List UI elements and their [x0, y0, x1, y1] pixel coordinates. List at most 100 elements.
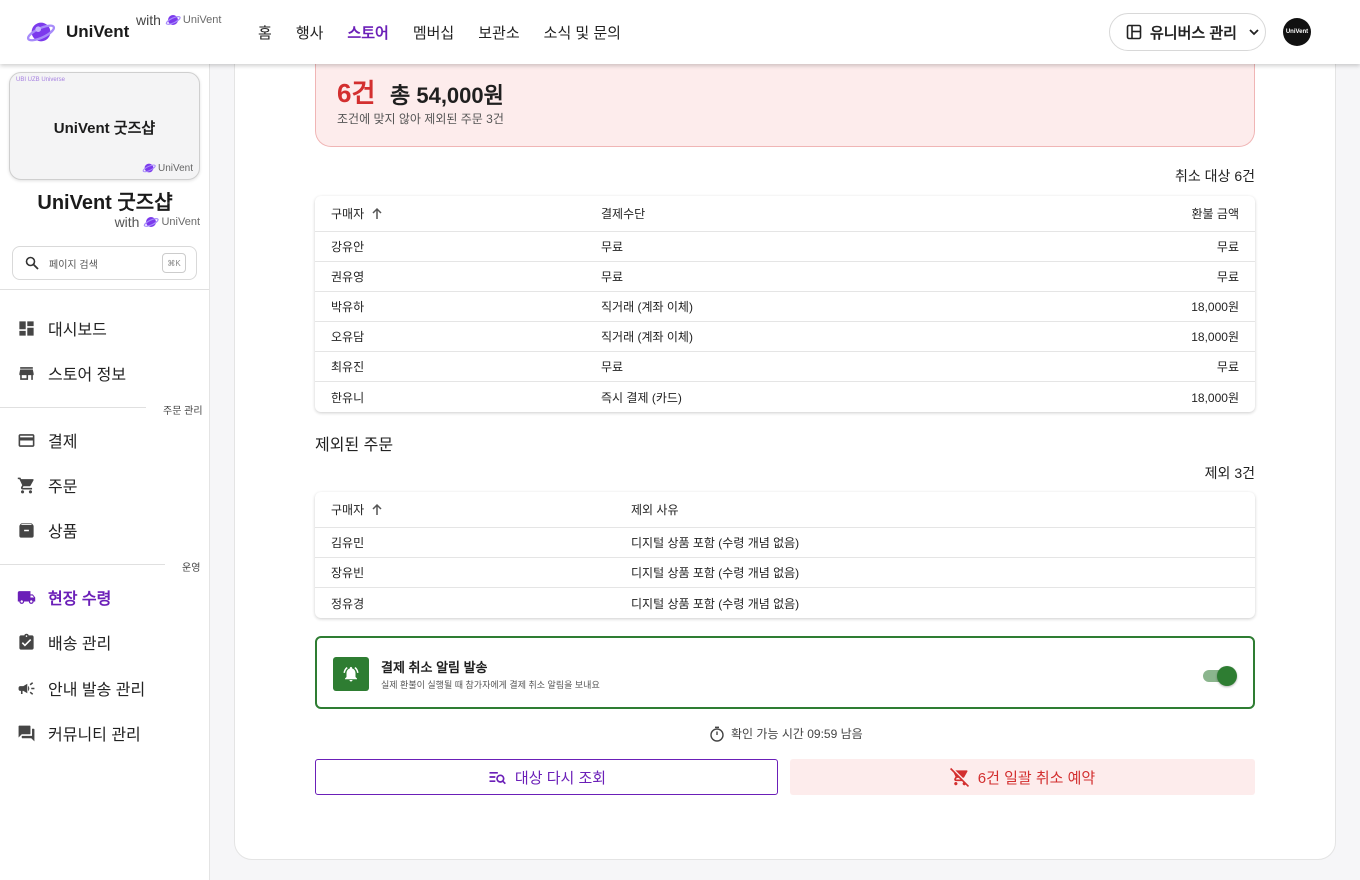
buyer-cell: 강유안 [331, 240, 365, 254]
nav-storage[interactable]: 보관소 [478, 22, 519, 43]
nav-news[interactable]: 소식 및 문의 [544, 22, 621, 43]
layout-icon [1126, 24, 1142, 40]
reason-cell: 디지털 상품 포함 (수령 개념 없음) [631, 566, 800, 580]
table-row[interactable]: 오유담 직거래 (계좌 이체) 18,000원 [315, 322, 1255, 352]
with-text: with [114, 214, 140, 230]
col-buyer-header[interactable]: 구매자 [331, 196, 384, 231]
bulk-cancel-button[interactable]: 6건 일괄 취소 예약 [790, 759, 1255, 795]
requery-label: 대상 다시 조회 [514, 769, 607, 787]
table-header-row: 구매자 제외 사유 [315, 492, 1255, 528]
nav-home[interactable]: 홈 [258, 22, 272, 43]
table-row[interactable]: 한유니 즉시 결제 (카드) 18,000원 [315, 382, 1255, 412]
card-title: UniVent 굿즈샵 [53, 120, 156, 137]
time-remaining: 확인 가능 시간 09:59 남음 [709, 725, 863, 742]
cart-icon [17, 477, 34, 493]
notification-toggle[interactable] [1201, 665, 1237, 687]
notification-icon-box [333, 657, 369, 691]
table-row[interactable]: 정유경 디지털 상품 포함 (수령 개념 없음) [315, 588, 1255, 618]
store-with: with UniVent [115, 214, 200, 230]
sidebar-item-community[interactable]: 커뮤니티 관리 [0, 713, 209, 753]
method-cell: 즉시 결제 (카드) [601, 390, 682, 405]
table-row[interactable]: 박유하 직거래 (계좌 이체) 18,000원 [315, 292, 1255, 322]
megaphone-icon [18, 681, 35, 695]
list-search-icon [489, 772, 506, 785]
table-header-row: 구매자 결제수단 환불 금액 [315, 196, 1255, 232]
sidebar-item-label: 현장 수령 [48, 591, 112, 608]
sidebar-item-store-info[interactable]: 스토어 정보 [0, 353, 209, 393]
univent-mini-logo: UniVent [143, 214, 200, 230]
amount-cell: 18,000원 [1191, 390, 1239, 405]
amount-cell: 18,000원 [1191, 330, 1239, 344]
method-cell: 직거래 (계좌 이체) [601, 330, 693, 344]
sidebar-divider [0, 407, 146, 408]
sidebar-divider [0, 564, 165, 565]
section-label-ops: 운영 [182, 563, 201, 574]
method-cell: 무료 [601, 240, 624, 254]
sidebar-item-payment[interactable]: 결제 [0, 420, 209, 460]
table-row[interactable]: 강유안 무료 무료 [315, 232, 1255, 262]
brand-name: UniVent [66, 22, 130, 41]
notification-description: 실제 환불이 실행될 때 참가자에게 결제 취소 알림을 보내요 [381, 680, 600, 690]
avatar[interactable]: UniVent [1283, 18, 1311, 46]
sidebar-item-label: 상품 [48, 524, 78, 541]
buyer-cell: 한유니 [331, 390, 365, 405]
requery-targets-button[interactable]: 대상 다시 조회 [315, 759, 778, 795]
table-row[interactable]: 김유민 디지털 상품 포함 (수령 개념 없음) [315, 528, 1255, 558]
brand-logo[interactable]: UniVent with UniVent [26, 0, 258, 64]
col-buyer-label: 구매자 [331, 503, 365, 517]
reason-cell: 디지털 상품 포함 (수령 개념 없음) [631, 536, 800, 550]
sidebar-item-label: 주문 [48, 479, 78, 496]
mini-logo-text: UniVent [182, 14, 222, 26]
main-nav: 홈 행사 스토어 멤버십 보관소 소식 및 문의 [258, 0, 645, 64]
avatar-text: UniVent [1285, 29, 1309, 35]
cart-off-icon [949, 767, 969, 787]
nav-store[interactable]: 스토어 [347, 22, 388, 43]
sidebar-divider [0, 289, 209, 290]
excluded-caption: 제외 3건 [1204, 465, 1255, 481]
method-cell: 무료 [601, 360, 624, 374]
buyer-cell: 최유진 [331, 360, 365, 374]
planet-mini-icon [165, 15, 181, 25]
method-cell: 직거래 (계좌 이체) [601, 300, 693, 314]
targets-caption: 취소 대상 6건 [1175, 168, 1255, 184]
card-logo: UniVent [142, 161, 193, 175]
clipboard-check-icon [19, 633, 34, 650]
dashboard-icon [19, 320, 34, 336]
buyer-cell: 김유민 [331, 536, 365, 550]
col-reason-header[interactable]: 제외 사유 [631, 492, 679, 527]
sidebar-item-pickup[interactable]: 현장 수령 [0, 577, 209, 617]
universe-manage-button[interactable]: 유니버스 관리 [1109, 13, 1266, 51]
buyer-cell: 정유경 [331, 596, 365, 611]
col-method-header[interactable]: 결제수단 [601, 196, 645, 231]
truck-icon [17, 590, 36, 604]
nav-events[interactable]: 행사 [296, 22, 324, 43]
universe-manage-label: 유니버스 관리 [1150, 24, 1237, 42]
nav-membership[interactable]: 멤버십 [413, 22, 454, 43]
page-search-input[interactable]: 페이지 검색 ⌘K [12, 246, 197, 280]
arrow-up-icon [372, 503, 382, 515]
reason-cell: 디지털 상품 포함 (수령 개념 없음) [631, 596, 800, 611]
col-buyer-header[interactable]: 구매자 [331, 492, 384, 527]
sidebar-item-products[interactable]: 상품 [0, 510, 209, 550]
top-app-bar: UniVent with UniVent 홈 행사 스토어 멤버십 보관소 소식… [0, 0, 1360, 64]
table-row[interactable]: 권유영 무료 무료 [315, 262, 1255, 292]
table-row[interactable]: 장유빈 디지털 상품 포함 (수령 개념 없음) [315, 558, 1255, 588]
sidebar-item-label: 스토어 정보 [48, 367, 127, 384]
method-cell: 무료 [601, 270, 624, 284]
col-amount-header[interactable]: 환불 금액 [1192, 196, 1240, 231]
sidebar-item-notices[interactable]: 안내 발송 관리 [0, 668, 209, 708]
sidebar-item-label: 대시보드 [48, 322, 107, 339]
excluded-table: 구매자 제외 사유 김유민 디지털 상품 포함 (수령 개념 없음) 장유빈 디… [315, 492, 1255, 618]
credit-card-icon [18, 433, 35, 447]
sidebar-item-dashboard[interactable]: 대시보드 [0, 308, 209, 348]
cancel-notification-option: 결제 취소 알림 발송 실제 환불이 실행될 때 참가자에게 결제 취소 알림을… [315, 636, 1255, 709]
buyer-cell: 박유하 [331, 300, 365, 314]
sidebar-item-shipping[interactable]: 배송 관리 [0, 622, 209, 662]
store-card[interactable]: UBI UZB Universe UniVent 굿즈샵 UniVent [9, 72, 200, 180]
mini-logo-text: UniVent [161, 216, 200, 228]
sidebar-item-orders[interactable]: 주문 [0, 465, 209, 505]
forum-icon [18, 725, 35, 741]
search-shortcut: ⌘K [162, 253, 186, 273]
table-row[interactable]: 최유진 무료 무료 [315, 352, 1255, 382]
planet-logo-icon [26, 22, 56, 42]
